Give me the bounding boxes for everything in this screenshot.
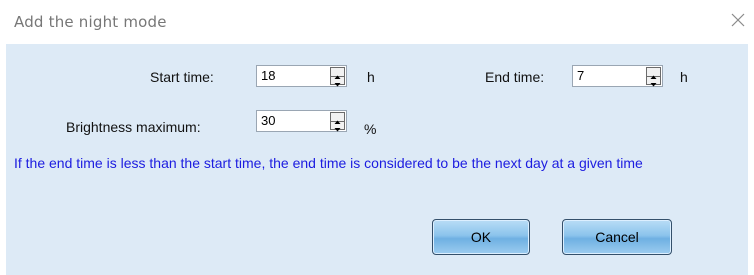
close-button[interactable]	[728, 10, 748, 30]
cancel-button[interactable]: Cancel	[562, 219, 672, 255]
end-time-spin-buttons[interactable]	[646, 67, 661, 87]
spin-down-arrow-icon	[334, 128, 341, 132]
night-mode-dialog: Add the night mode Start time: 18 h End	[0, 0, 754, 275]
dialog-title: Add the night mode	[14, 13, 167, 31]
brightness-max-spinbox[interactable]: 30	[256, 110, 347, 132]
end-time-value[interactable]: 7	[577, 68, 584, 83]
end-time-note: If the end time is less than the start t…	[14, 155, 643, 171]
start-time-spinbox[interactable]: 18	[256, 65, 347, 87]
end-time-unit: h	[680, 69, 688, 85]
start-time-spin-buttons[interactable]	[330, 67, 345, 87]
start-time-label: Start time:	[150, 69, 214, 85]
start-time-down-button[interactable]	[331, 76, 344, 87]
brightness-max-spin-buttons[interactable]	[330, 112, 345, 132]
ok-button[interactable]: OK	[432, 219, 530, 255]
brightness-max-label: Brightness maximum:	[66, 119, 201, 135]
spin-down-arrow-icon	[334, 83, 341, 87]
end-time-spinbox[interactable]: 7	[572, 65, 663, 87]
close-icon[interactable]	[728, 10, 748, 30]
brightness-max-value[interactable]: 30	[261, 113, 275, 128]
dialog-body: Start time: 18 h End time: 7 h Brightnes…	[6, 44, 748, 275]
start-time-value[interactable]: 18	[261, 68, 275, 83]
brightness-max-down-button[interactable]	[331, 121, 344, 132]
spin-down-arrow-icon	[650, 83, 657, 87]
start-time-unit: h	[367, 69, 375, 85]
end-time-down-button[interactable]	[647, 76, 660, 87]
brightness-max-unit: %	[364, 121, 377, 137]
dialog-titlebar: Add the night mode	[0, 0, 754, 44]
end-time-label: End time:	[485, 69, 545, 85]
